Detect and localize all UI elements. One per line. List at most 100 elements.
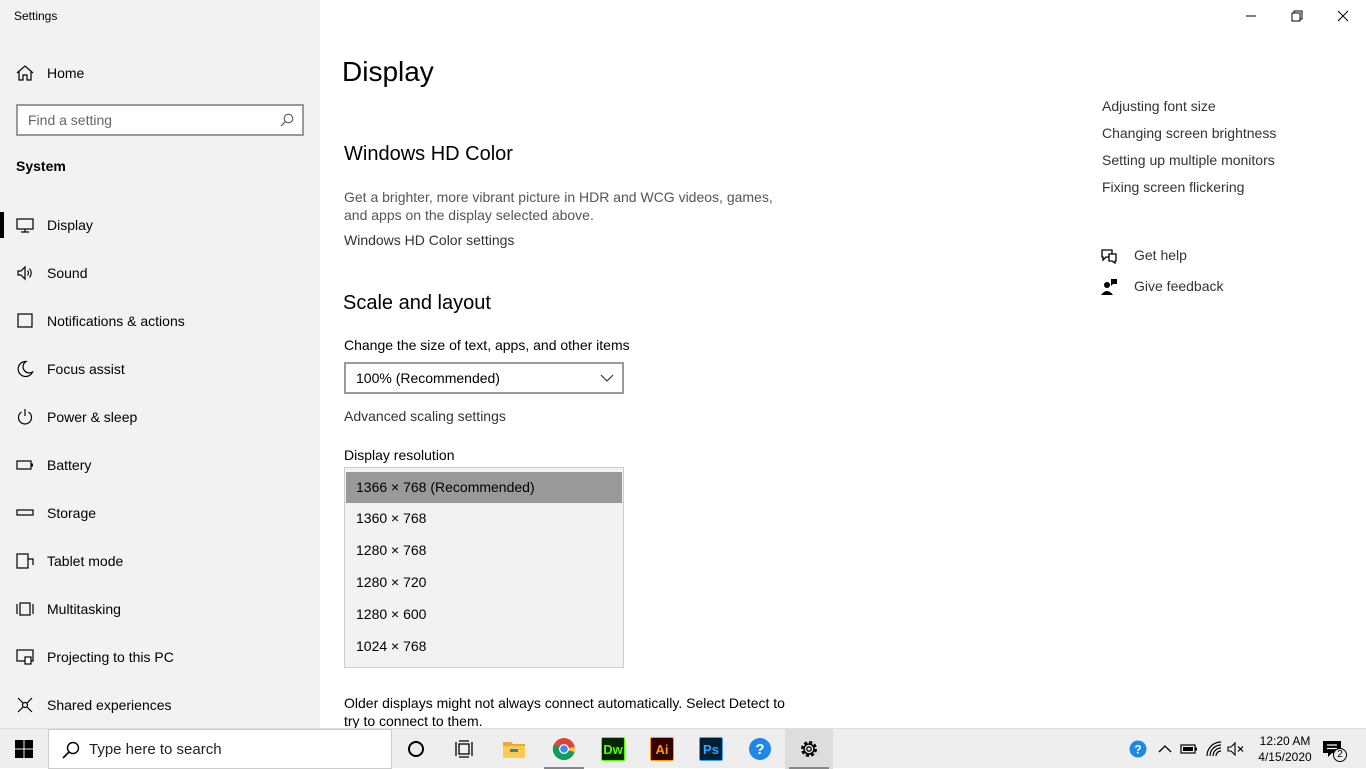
resolution-option-label: 1280 × 600 xyxy=(356,606,427,622)
related-link-multiple-monitors[interactable]: Setting up multiple monitors xyxy=(1102,152,1276,179)
speaker-icon xyxy=(17,265,32,281)
give-feedback-label: Give feedback xyxy=(1134,278,1224,294)
sidebar-item-label: Shared experiences xyxy=(47,697,172,713)
help-tray-icon[interactable]: ? xyxy=(1129,740,1147,758)
sidebar-item-label: Projecting to this PC xyxy=(47,649,174,665)
gear-icon xyxy=(801,741,817,757)
sidebar-item-label: Storage xyxy=(47,505,97,521)
cortana-icon xyxy=(408,741,424,757)
search-icon xyxy=(62,741,80,759)
volume-muted-icon[interactable] xyxy=(1227,740,1245,758)
resolution-option-label: 1280 × 768 xyxy=(356,542,427,558)
wifi-icon[interactable] xyxy=(1205,740,1223,758)
taskbar: Type here to search Dw Ai Ps ? ? 12:20 A… xyxy=(0,728,1366,769)
sidebar-item-tablet-mode[interactable]: Tablet mode xyxy=(0,545,320,593)
power-icon xyxy=(17,409,33,425)
hd-color-settings-link[interactable]: Windows HD Color settings xyxy=(344,232,514,248)
search-icon[interactable] xyxy=(280,113,294,127)
moon-icon xyxy=(17,360,34,378)
hd-color-description: Get a brighter, more vibrant picture in … xyxy=(344,189,773,223)
action-center-button[interactable]: 2 xyxy=(1322,739,1347,762)
hd-color-heading: Windows HD Color xyxy=(344,143,513,165)
resolution-option-label: 1280 × 720 xyxy=(356,574,427,590)
monitor-icon xyxy=(16,218,34,233)
settings-search-input[interactable] xyxy=(18,106,268,134)
resolution-option[interactable]: 1360 × 768 xyxy=(346,503,622,535)
start-button[interactable] xyxy=(0,729,48,769)
svg-text:?: ? xyxy=(1134,743,1141,757)
illustrator-icon: Ai xyxy=(650,737,674,761)
settings-search-box[interactable] xyxy=(16,104,304,136)
text-size-label: Change the size of text, apps, and other… xyxy=(344,337,630,353)
resolution-option-label: 1366 × 768 (Recommended) xyxy=(356,479,535,495)
resolution-option[interactable]: 1366 × 768 (Recommended) xyxy=(346,472,622,503)
sidebar-item-label: Focus assist xyxy=(47,361,125,377)
related-link-flickering[interactable]: Fixing screen flickering xyxy=(1102,179,1276,206)
related-link-font-size[interactable]: Adjusting font size xyxy=(1102,98,1276,125)
sidebar: Settings Home System Display Sound Notif… xyxy=(0,0,320,728)
close-button[interactable] xyxy=(1320,0,1366,32)
sidebar-item-notifications[interactable]: Notifications & actions xyxy=(0,305,320,353)
sidebar-item-display[interactable]: Display xyxy=(0,209,320,257)
sidebar-item-label: Sound xyxy=(47,265,88,281)
minimize-button[interactable] xyxy=(1228,0,1274,32)
task-view-icon xyxy=(455,740,473,758)
get-help-link[interactable]: Get help xyxy=(1100,245,1300,276)
get-help-icon xyxy=(1101,249,1117,265)
main-content: Display Windows HD Color Get a brighter,… xyxy=(320,0,1366,729)
sidebar-item-label: Notifications & actions xyxy=(47,313,185,329)
resolution-option[interactable]: 1280 × 768 xyxy=(346,535,622,567)
windows-logo-icon xyxy=(15,740,33,758)
sidebar-item-label: Display xyxy=(47,217,93,233)
settings-app-button[interactable] xyxy=(785,729,833,769)
battery-tray-icon[interactable] xyxy=(1180,740,1198,758)
cortana-button[interactable] xyxy=(392,729,440,769)
minimize-icon xyxy=(1246,15,1256,17)
sidebar-item-focus-assist[interactable]: Focus assist xyxy=(0,353,320,401)
sidebar-item-label: Battery xyxy=(47,457,92,473)
file-explorer-icon xyxy=(503,742,525,758)
chevron-down-icon xyxy=(600,374,614,382)
resolution-option[interactable]: 1024 × 768 xyxy=(346,631,622,663)
give-feedback-link[interactable]: Give feedback xyxy=(1100,276,1300,307)
sidebar-item-projecting[interactable]: Projecting to this PC xyxy=(0,641,320,689)
battery-icon xyxy=(16,460,33,470)
scale-dropdown[interactable]: 100% (Recommended) xyxy=(344,362,624,394)
system-clock[interactable]: 12:20 AM 4/15/2020 xyxy=(1252,733,1318,765)
clock-time: 12:20 AM xyxy=(1259,734,1311,748)
tablet-icon xyxy=(16,553,34,569)
dreamweaver-button[interactable]: Dw xyxy=(589,729,637,769)
resolution-option-label: 1024 × 768 xyxy=(356,638,427,654)
sidebar-item-power-sleep[interactable]: Power & sleep xyxy=(0,401,320,449)
illustrator-button[interactable]: Ai xyxy=(638,729,686,769)
sidebar-item-battery[interactable]: Battery xyxy=(0,449,320,497)
sidebar-item-sound[interactable]: Sound xyxy=(0,257,320,305)
advanced-scaling-link[interactable]: Advanced scaling settings xyxy=(344,408,506,424)
get-help-label: Get help xyxy=(1134,247,1187,263)
sidebar-item-storage[interactable]: Storage xyxy=(0,497,320,545)
scale-layout-heading: Scale and layout xyxy=(343,292,491,314)
app-title: Settings xyxy=(14,9,58,23)
shared-experiences-icon xyxy=(17,697,33,713)
dreamweaver-icon: Dw xyxy=(601,737,625,761)
resolution-dropdown-list: 1366 × 768 (Recommended) 1360 × 768 1280… xyxy=(344,467,624,668)
home-nav-item[interactable]: Home xyxy=(0,57,320,89)
related-link-brightness[interactable]: Changing screen brightness xyxy=(1102,125,1276,152)
sidebar-item-multitasking[interactable]: Multitasking xyxy=(0,593,320,641)
notification-count-badge: 2 xyxy=(1333,748,1347,762)
resolution-option[interactable]: 1280 × 600 xyxy=(346,599,622,631)
sidebar-nav-list: Display Sound Notifications & actions Fo… xyxy=(0,209,320,737)
chrome-button[interactable] xyxy=(540,729,588,769)
notification-icon xyxy=(17,313,33,328)
get-help-app-button[interactable]: ? xyxy=(736,729,784,769)
task-view-button[interactable] xyxy=(440,729,488,769)
restore-button[interactable] xyxy=(1274,0,1320,32)
taskbar-search-box[interactable]: Type here to search xyxy=(48,729,392,769)
file-explorer-button[interactable] xyxy=(490,729,538,769)
chevron-up-icon[interactable] xyxy=(1156,740,1174,758)
resolution-option[interactable]: 1280 × 720 xyxy=(346,567,622,599)
photoshop-button[interactable]: Ps xyxy=(687,729,735,769)
clock-date: 4/15/2020 xyxy=(1258,750,1312,764)
window-controls xyxy=(1228,0,1366,32)
resolution-option-label: 1360 × 768 xyxy=(356,510,427,526)
